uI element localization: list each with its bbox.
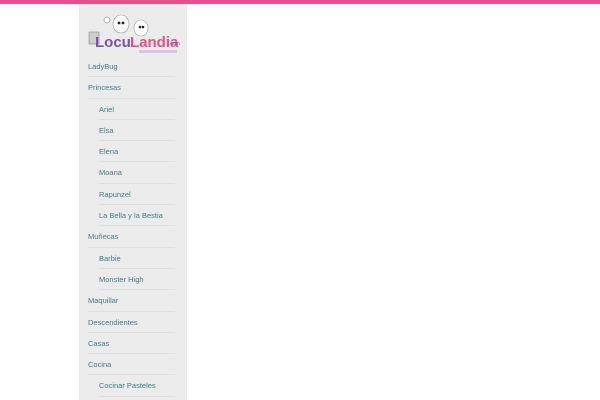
- menu-item-la-bella-y-la-bestia[interactable]: La Bella y la Bestia: [79, 205, 187, 227]
- menu-item-descendientes[interactable]: Descendientes: [79, 312, 187, 334]
- site-logo[interactable]: Locu Landia .com: [85, 10, 181, 58]
- menu-item-munecas[interactable]: Muñecas: [79, 226, 187, 248]
- menu-item-moana[interactable]: Moana: [79, 162, 187, 185]
- category-menu: LadyBug Princesas Ariel Elsa Elena Moana…: [79, 56, 187, 398]
- menu-item-casas[interactable]: Casas: [79, 333, 187, 355]
- svg-text:Locu: Locu: [95, 34, 131, 51]
- menu-item-ladybug[interactable]: LadyBug: [79, 56, 187, 78]
- menu-item-cocina[interactable]: Cocina: [79, 354, 187, 376]
- menu-item-elsa[interactable]: Elsa: [79, 120, 187, 142]
- sidebar: Locu Landia .com LadyBug Princesas Ariel…: [79, 4, 187, 400]
- svg-text:.com: .com: [169, 41, 180, 47]
- menu-item-elena[interactable]: Elena: [79, 141, 187, 163]
- menu-item-cocinar-pasteles[interactable]: Cocinar Pasteles: [79, 375, 187, 398]
- menu-item-maquillar[interactable]: Maquillar: [79, 290, 187, 312]
- menu-item-rapunzel[interactable]: Rapunzel: [79, 184, 187, 206]
- menu-item-barbie[interactable]: Barbie: [79, 248, 187, 270]
- menu-item-ariel[interactable]: Ariel: [79, 99, 187, 121]
- menu-item-princesas[interactable]: Princesas: [79, 77, 187, 99]
- menu-item-monster-high[interactable]: Monster High: [79, 269, 187, 291]
